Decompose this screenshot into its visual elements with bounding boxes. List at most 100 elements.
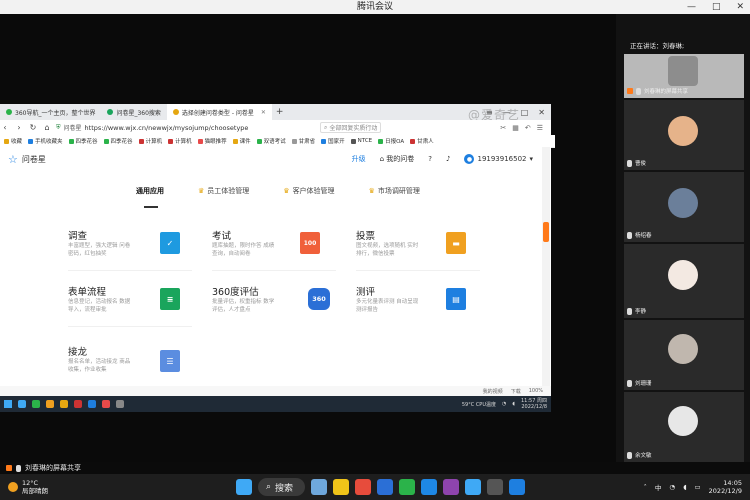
undo-icon[interactable]: ↶ xyxy=(525,124,531,132)
page-scrollbar[interactable] xyxy=(542,147,550,387)
taskbar-app-icon[interactable] xyxy=(509,479,526,495)
participant-tile[interactable]: 刘春琳的屏幕共享 xyxy=(624,54,744,98)
browser-tab-1[interactable]: 问卷星_360搜索 xyxy=(101,104,166,120)
bookmark-label: 收藏 xyxy=(11,139,23,145)
bookmark-item[interactable]: 甘肃省 xyxy=(291,137,315,145)
bookmark-item[interactable]: 手机收藏夹 xyxy=(28,137,63,145)
tab-close-icon[interactable]: ✕ xyxy=(261,109,266,116)
close-button[interactable]: ✕ xyxy=(736,2,744,12)
browser-close-button[interactable]: ✕ xyxy=(538,108,545,117)
app-desc: 多元化量表评测 自动呈现测评报告 xyxy=(356,299,419,313)
app-card-assessment[interactable]: 测评 多元化量表评测 自动呈现测评报告 ▤ xyxy=(356,284,486,324)
bookmark-item[interactable]: 收藏 xyxy=(4,137,22,145)
participant-tile[interactable]: 曹俊 xyxy=(624,100,744,170)
my-survey-link[interactable]: ⌂ 我的问卷 xyxy=(380,154,415,164)
taskbar-clock[interactable]: 14:05 2022/12/9 xyxy=(709,479,742,495)
clock-time: 14:05 xyxy=(723,479,742,487)
refresh-icon[interactable]: ↻ xyxy=(28,123,38,132)
browser-tab-2[interactable]: 选择创建问卷类型 - 问卷星 ✕ xyxy=(166,104,272,120)
taskbar-app-icon[interactable] xyxy=(487,479,504,495)
chevron-up-icon[interactable]: ˄ xyxy=(644,483,647,491)
bookmark-icon xyxy=(378,138,384,144)
user-menu[interactable]: ● 19193916502 ▾ xyxy=(464,154,533,164)
bookmark-item[interactable]: 双语考试 xyxy=(256,137,286,145)
app-card-survey[interactable]: 调查 丰富题型，强大逻辑 问卷密码，红包抽奖 ✓ xyxy=(68,228,198,268)
app-card-exam[interactable]: 考试 题库抽题，限时作答 成绩查询，自动阅卷 100 xyxy=(212,228,342,268)
forward-icon[interactable]: › xyxy=(14,123,24,132)
menu-icon[interactable]: ☰ xyxy=(537,124,543,132)
status-video[interactable]: 我的视频 xyxy=(483,388,503,395)
chevron-down-icon: ▾ xyxy=(529,155,533,163)
taskbar-app-icon[interactable] xyxy=(443,479,460,495)
scissors-icon[interactable]: ✂ xyxy=(500,124,506,132)
taskbar-search[interactable]: ⌕ 搜索 xyxy=(258,478,306,496)
tab-general-apps[interactable]: 通用应用 xyxy=(136,186,164,208)
taskbar-app-icon[interactable] xyxy=(421,479,438,495)
tab-market-research[interactable]: ♛ 市场调研管理 xyxy=(369,186,420,196)
home-icon[interactable]: ⌂ xyxy=(42,123,52,132)
bookmark-item[interactable]: 国家开 xyxy=(321,137,345,145)
taskbar-app-icon[interactable] xyxy=(311,479,328,495)
input-language[interactable]: 中 xyxy=(655,482,662,492)
tab-employee-experience[interactable]: ♛ 员工体验管理 xyxy=(198,186,249,196)
volume-icon[interactable]: ◖ xyxy=(683,483,686,491)
new-tab-button[interactable]: + xyxy=(272,107,288,117)
screen-share-icon xyxy=(627,88,633,94)
bookmark-item[interactable]: NTCE xyxy=(350,138,372,144)
minimize-button[interactable]: — xyxy=(687,2,696,12)
url-text[interactable]: https://www.wjx.cn/newwjx/mysojump/choos… xyxy=(85,124,249,132)
taskbar-app-icon[interactable] xyxy=(355,479,372,495)
app-card-relay[interactable]: 接龙 报名名单，活动接龙 商品收集，作业收集 ☰ xyxy=(68,344,198,384)
participant-tile[interactable]: 余文敏 xyxy=(624,392,744,462)
bookmark-item[interactable]: 课件 xyxy=(232,137,251,145)
taskbar-app-icon[interactable] xyxy=(399,479,416,495)
status-zoom[interactable]: 100% xyxy=(529,388,543,394)
taskbar-center: ⌕ 搜索 xyxy=(236,478,526,496)
browser-search-box[interactable]: ⌕ 全部回复实质行动 xyxy=(320,122,382,133)
bookmark-item[interactable]: 四季花谷 xyxy=(68,137,98,145)
weather-temp: 12°C xyxy=(22,479,39,487)
browser-tab-0[interactable]: 360导航_一个主页，整个世界 xyxy=(0,104,101,120)
scrollbar-thumb[interactable] xyxy=(543,222,549,242)
bookmark-item[interactable]: 计算机 xyxy=(168,137,192,145)
browser-maximize-button[interactable]: □ xyxy=(521,108,529,117)
bookmark-item[interactable]: 四季花谷 xyxy=(103,137,133,145)
extension-icon[interactable]: ▦ xyxy=(512,124,519,132)
help-icon[interactable]: ? xyxy=(428,155,432,163)
bookmark-item[interactable]: 猫眼推荐 xyxy=(197,137,227,145)
taskbar-app-icon[interactable] xyxy=(465,479,482,495)
taskbar-app-icon[interactable] xyxy=(333,479,350,495)
logo[interactable]: ☆ 问卷星 xyxy=(0,153,46,166)
bookmark-label: 四季花谷 xyxy=(75,139,98,145)
wifi-icon[interactable]: ◔ xyxy=(669,483,675,491)
participant-tile[interactable]: 李静 xyxy=(624,244,744,318)
maximize-button[interactable]: □ xyxy=(712,2,721,12)
upgrade-link[interactable]: 升级 xyxy=(352,154,366,164)
app-desc: 批量评估，权重指标 数学评估，人才盘点 xyxy=(212,299,275,313)
weather-widget[interactable]: 12°C 局部晴朗 xyxy=(0,479,48,495)
relay-icon: ☰ xyxy=(160,350,180,372)
back-icon[interactable]: ‹ xyxy=(0,123,10,132)
bookmark-icon xyxy=(256,138,262,144)
bell-icon[interactable]: ♪ xyxy=(446,155,450,163)
participant-name: 曹俊 xyxy=(635,161,647,167)
participant-photo xyxy=(668,334,698,364)
address-bar: ‹ › ↻ ⌂ ⛨ 问卷星 https://www.wjx.cn/newwjx/… xyxy=(0,120,551,136)
taskbar-app-icon[interactable] xyxy=(377,479,394,495)
windows-start-icon[interactable] xyxy=(236,479,252,495)
url-box[interactable]: ⛨ 问卷星 https://www.wjx.cn/newwjx/mysojump… xyxy=(56,123,316,133)
participant-tile[interactable]: 杨绍春 xyxy=(624,172,744,242)
bookmark-item[interactable]: 甘肃人 xyxy=(410,137,434,145)
participant-label: 曹俊 xyxy=(627,159,646,167)
bookmark-icon xyxy=(232,138,238,144)
app-card-form[interactable]: 表单流程 信息登记，活动报名 数据导入，流程审批 ≡ xyxy=(68,284,198,324)
tab-customer-experience[interactable]: ♛ 客户体验管理 xyxy=(283,186,334,196)
app-name: 投票 xyxy=(356,231,376,242)
battery-icon[interactable]: ▭ xyxy=(695,483,701,491)
status-download[interactable]: 下载 xyxy=(511,388,521,395)
app-card-360[interactable]: 360度评估 批量评估，权重指标 数学评估，人才盘点 360 xyxy=(212,284,342,324)
bookmark-item[interactable]: 计算机 xyxy=(138,137,162,145)
bookmark-item[interactable]: 日报OA xyxy=(378,137,404,145)
app-card-vote[interactable]: 投票 图文视频，选项随机 实时排行，微信投票 ▬ xyxy=(356,228,486,268)
participant-tile[interactable]: 刘珊珊 xyxy=(624,320,744,390)
